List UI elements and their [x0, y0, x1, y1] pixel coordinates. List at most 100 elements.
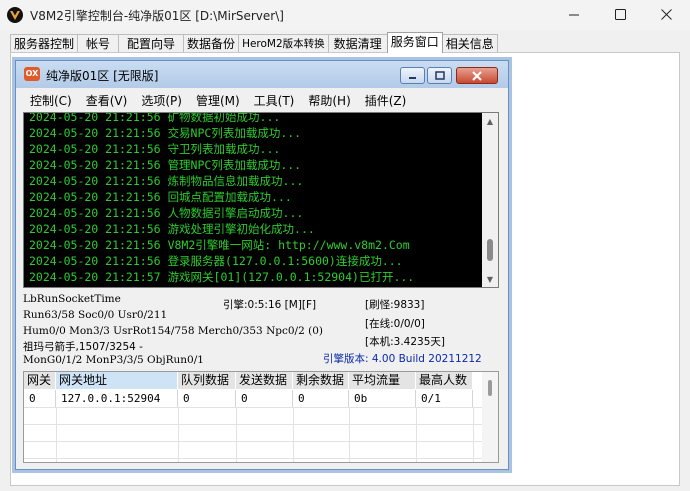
col-gateway-address[interactable]: 网关地址 [56, 372, 178, 389]
log-time: 2024-05-20 21:21:56 [29, 190, 161, 204]
log-message: 登录服务器(127.0.0.1:5600)连接成功... [167, 254, 403, 268]
log-line: 2024-05-20 21:21:56 登录服务器(127.0.0.1:5600)… [24, 253, 414, 269]
log-line: 2024-05-20 21:21:56 守卫列表加载成功... [24, 141, 414, 157]
col-remain-data[interactable]: 剩余数据 [293, 372, 349, 389]
scroll-thumb[interactable] [488, 380, 492, 396]
cell-remain-data: 0 [293, 390, 349, 407]
server-window-title: 纯净版01区 [无限版] [46, 69, 159, 83]
tab-related-info[interactable]: 相关信息 [441, 34, 498, 53]
mdi-minimize-button[interactable] [400, 67, 425, 84]
cell-send-data: 0 [236, 390, 293, 407]
tab-data-cleanup[interactable]: 数据清理 [327, 34, 388, 53]
maximize-button[interactable] [597, 0, 643, 28]
menu-control[interactable]: 控制(C) [30, 92, 72, 109]
log-time: 2024-05-20 21:21:56 [29, 158, 161, 172]
log-line: 2024-05-20 21:21:57 游戏网关[01](127.0.0.1:52… [24, 269, 414, 285]
log-time: 2024-05-20 21:21:56 [29, 126, 161, 140]
tab-account[interactable]: 帐号 [77, 34, 120, 53]
gateway-table-header: 网关 网关地址 队列数据 发送数据 剩余数据 平均流量 最高人数 [24, 372, 473, 389]
log-line: 2024-05-20 21:21:56 游戏处理引擎初始化成功... [24, 221, 414, 237]
log-line: 2024-05-20 21:21:56 V8M2引擎唯一网站: http://ww… [24, 237, 414, 253]
log-lines: 2024-05-20 21:21:56 矿物数据初始成功... 2024-05-20… [24, 112, 414, 285]
minimize-button[interactable] [551, 0, 597, 28]
col-max-users[interactable]: 最高人数 [416, 372, 473, 389]
menu-view[interactable]: 查看(V) [86, 92, 128, 109]
log-message: 回城点配置加载成功... [167, 190, 292, 204]
scroll-thumb[interactable] [487, 239, 493, 261]
cell-queue-data: 0 [178, 390, 236, 407]
log-message: 守卫列表加载成功... [167, 142, 281, 156]
server-menubar: 控制(C) 查看(V) 选项(P) 管理(M) 工具(T) 帮助(H) 插件(Z… [16, 89, 508, 111]
window-title: V8M2引擎控制台-纯净版01区 [D:\MirServer\] [30, 9, 284, 23]
status-refresh: [刷怪:9833] [365, 299, 425, 311]
log-time: 2024-05-20 21:21:56 [29, 112, 161, 124]
log-line: 2024-05-20 21:21:56 管理NPC列表加载成功... [24, 157, 414, 173]
log-time: 2024-05-20 21:21:56 [29, 174, 161, 188]
status-mon-info: MonG0/1/2 MonP3/3/5 ObjRun0/1 [23, 354, 204, 366]
status-player: 祖玛弓箭手,1507/3254 - [23, 341, 143, 353]
status-local: [本机:3.4235天] [365, 336, 445, 348]
menu-help[interactable]: 帮助(H) [308, 92, 350, 109]
log-time: 2024-05-20 21:21:56 [29, 238, 161, 252]
status-run-info: Run63/58 Soc0/0 Usr0/211 [23, 309, 168, 321]
mdi-maximize-button[interactable] [427, 67, 452, 84]
gateway-table[interactable]: 网关 网关地址 队列数据 发送数据 剩余数据 平均流量 最高人数 0 127.0… [23, 371, 499, 463]
col-avg-traffic[interactable]: 平均流量 [349, 372, 416, 389]
cell-max-users: 0/1 [416, 390, 473, 407]
menu-options[interactable]: 选项(P) [141, 92, 182, 109]
log-time: 2024-05-20 21:21:56 [29, 222, 161, 236]
minimize-icon [409, 77, 416, 79]
scroll-up-icon[interactable]: ▲ [482, 113, 498, 129]
main-tabs: 服务器控制 帐号 配置向导 数据备份 HeroM2版本转换 数据清理 服务窗口 … [10, 32, 498, 53]
table-row[interactable]: 0 127.0.0.1:52904 0 0 0 0b 0/1 [24, 390, 473, 407]
cell-gateway-address: 127.0.0.1:52904 [56, 390, 178, 407]
log-message: 游戏网关[01](127.0.0.1:52904)已打开... [167, 270, 415, 284]
gateway-table-scrollbar[interactable] [482, 372, 498, 462]
menu-tools[interactable]: 工具(T) [254, 92, 295, 109]
log-scrollbar[interactable]: ▲ ▼ [482, 113, 498, 287]
tab-server-control[interactable]: 服务器控制 [10, 34, 79, 53]
log-message: 矿物数据初始成功... [167, 112, 281, 124]
tab-config-wizard[interactable]: 配置向导 [118, 34, 185, 53]
col-gateway[interactable]: 网关 [24, 372, 56, 389]
log-message: V8M2引擎唯一网站: http://www.v8m2.Com [167, 238, 410, 252]
col-queue-data[interactable]: 队列数据 [178, 372, 236, 389]
status-hum-info: Hum0/0 Mon3/3 UsrRot154/758 Merch0/353 N… [23, 325, 323, 337]
mdi-close-button[interactable] [456, 67, 498, 84]
log-line: 2024-05-20 21:21:56 矿物数据初始成功... [24, 112, 414, 125]
log-time: 2024-05-20 21:21:56 [29, 254, 161, 268]
log-message: 管理NPC列表加载成功... [167, 158, 302, 172]
scroll-down-icon[interactable]: ▼ [482, 271, 498, 287]
log-time: 2024-05-20 21:21:56 [29, 142, 161, 156]
close-button[interactable] [643, 0, 689, 28]
status-online: [在线:0/0/0] [365, 318, 425, 330]
cell-gateway: 0 [24, 390, 56, 407]
log-message: 人物数据引擎启动成功... [167, 206, 304, 220]
title-bar: V8M2引擎控制台-纯净版01区 [D:\MirServer\] [0, 0, 690, 30]
status-version: 引擎版本: 4.00 Build 20211212 [323, 353, 482, 365]
minimize-icon [568, 14, 579, 15]
menu-plugins[interactable]: 插件(Z) [365, 92, 407, 109]
server-window-titlebar: OX 纯净版01区 [无限版] [16, 61, 508, 88]
status-run-socket: LbRunSocketTime [23, 293, 121, 305]
maximize-icon [614, 8, 626, 20]
log-time: 2024-05-20 21:21:56 [29, 206, 161, 220]
app-logo-icon [7, 7, 23, 23]
log-message: 交易NPC列表加载成功... [167, 126, 302, 140]
maximize-icon [434, 71, 445, 80]
log-message: 炼制物品信息加载成功... [167, 174, 304, 188]
log-message: 游戏处理引擎初始化成功... [167, 222, 315, 236]
close-icon [660, 8, 672, 20]
server-logo-icon: OX [24, 67, 40, 81]
tab-service-window[interactable]: 服务窗口 [386, 32, 443, 53]
tab-herom2-convert[interactable]: HeroM2版本转换 [238, 34, 329, 53]
log-console[interactable]: 2024-05-20 21:21:56 矿物数据初始成功... 2024-05-20… [23, 112, 499, 288]
menu-manage[interactable]: 管理(M) [196, 92, 240, 109]
log-time: 2024-05-20 21:21:57 [29, 270, 161, 284]
close-icon [472, 70, 482, 81]
log-line: 2024-05-20 21:21:56 回城点配置加载成功... [24, 189, 414, 205]
cell-avg-traffic: 0b [349, 390, 416, 407]
log-line: 2024-05-20 21:21:56 炼制物品信息加载成功... [24, 173, 414, 189]
tab-data-backup[interactable]: 数据备份 [183, 34, 240, 53]
col-send-data[interactable]: 发送数据 [236, 372, 293, 389]
